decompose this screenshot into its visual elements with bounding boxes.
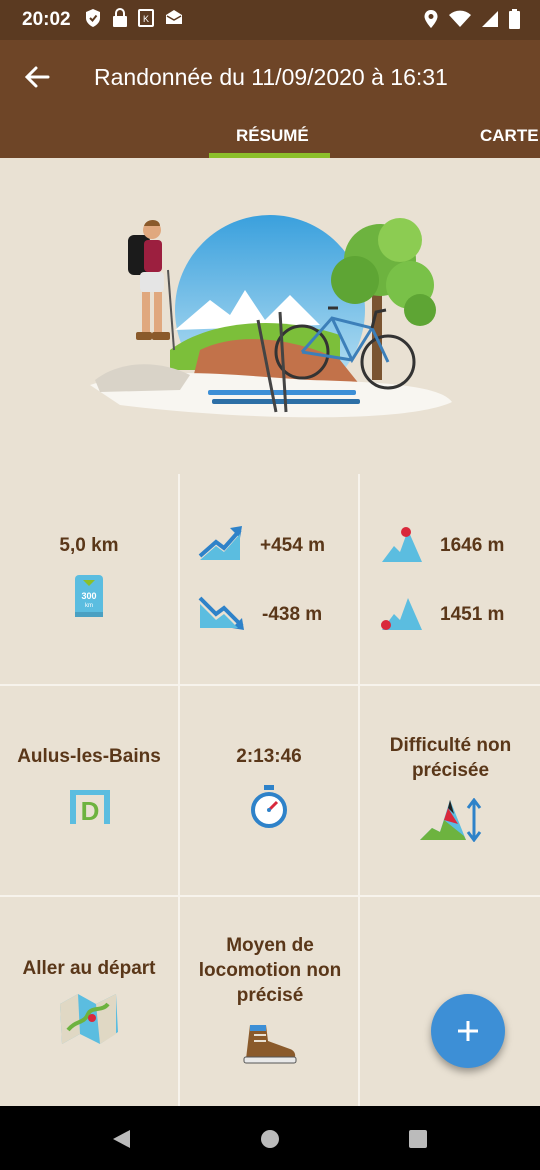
page-title: Randonnée du 11/09/2020 à 16:31 bbox=[94, 64, 448, 90]
app-bar: Randonnée du 11/09/2020 à 16:31 RÉSUMÉ C… bbox=[0, 40, 540, 158]
recents-nav-icon[interactable] bbox=[407, 1128, 429, 1150]
ascent-trend-icon bbox=[198, 526, 242, 560]
tab-resume[interactable]: RÉSUMÉ bbox=[236, 126, 309, 146]
battery-icon bbox=[509, 9, 520, 29]
grid-divider bbox=[0, 684, 540, 686]
peak-min-icon bbox=[381, 598, 422, 630]
signal-icon bbox=[482, 11, 498, 27]
wifi-icon bbox=[449, 10, 471, 27]
status-icons-left: K bbox=[84, 8, 184, 28]
grid-divider bbox=[358, 474, 360, 1106]
difficulty-value: Difficulté non précisée bbox=[389, 735, 512, 781]
lock-icon bbox=[113, 8, 127, 27]
peak-max-icon bbox=[382, 527, 422, 562]
back-arrow-icon[interactable] bbox=[22, 62, 52, 92]
ascent-value: +454 m bbox=[260, 535, 325, 556]
descent-trend-icon bbox=[198, 596, 244, 630]
max-altitude-value: 1646 m bbox=[440, 535, 505, 556]
tab-indicator bbox=[209, 153, 330, 158]
min-altitude-value: 1451 m bbox=[440, 604, 505, 625]
k-icon: K bbox=[138, 9, 154, 27]
mail-icon bbox=[166, 10, 182, 24]
distance-value: 5,0 km bbox=[59, 535, 119, 556]
tab-carte[interactable]: CARTE bbox=[480, 126, 539, 146]
locomotion-value: Moyen de locomotion non précisé bbox=[198, 935, 342, 1006]
plus-icon bbox=[458, 1021, 478, 1041]
hiking-boot-icon bbox=[243, 1025, 297, 1064]
shield-icon bbox=[86, 9, 100, 27]
go-to-start-label[interactable]: Aller au départ bbox=[0, 958, 178, 980]
status-bar: 20:02 K bbox=[0, 0, 540, 40]
svg-text:D: D bbox=[81, 796, 100, 825]
grid-divider bbox=[178, 474, 180, 1106]
start-place-value: Aulus-les-Bains bbox=[17, 746, 161, 767]
stopwatch-icon bbox=[251, 785, 287, 828]
back-nav-icon[interactable] bbox=[110, 1128, 132, 1150]
location-icon bbox=[424, 10, 438, 28]
difficulty-icon bbox=[420, 798, 482, 842]
start-d-icon: D bbox=[70, 790, 110, 825]
svg-text:km: km bbox=[85, 603, 93, 609]
distance-marker-icon: 300 km bbox=[75, 575, 103, 617]
home-nav-icon[interactable] bbox=[259, 1128, 281, 1150]
svg-text:K: K bbox=[143, 14, 149, 24]
hike-illustration bbox=[90, 215, 452, 418]
grid-divider bbox=[0, 895, 540, 897]
hiker bbox=[128, 220, 175, 351]
duration-value: 2:13:46 bbox=[236, 746, 302, 767]
status-time: 20:02 bbox=[22, 9, 71, 30]
add-fab-button[interactable] bbox=[431, 994, 505, 1068]
descent-value: -438 m bbox=[262, 604, 323, 625]
status-icons-right bbox=[423, 9, 520, 29]
system-nav-bar bbox=[0, 1106, 540, 1170]
map-icon[interactable] bbox=[58, 990, 120, 1048]
svg-text:300: 300 bbox=[81, 591, 96, 601]
